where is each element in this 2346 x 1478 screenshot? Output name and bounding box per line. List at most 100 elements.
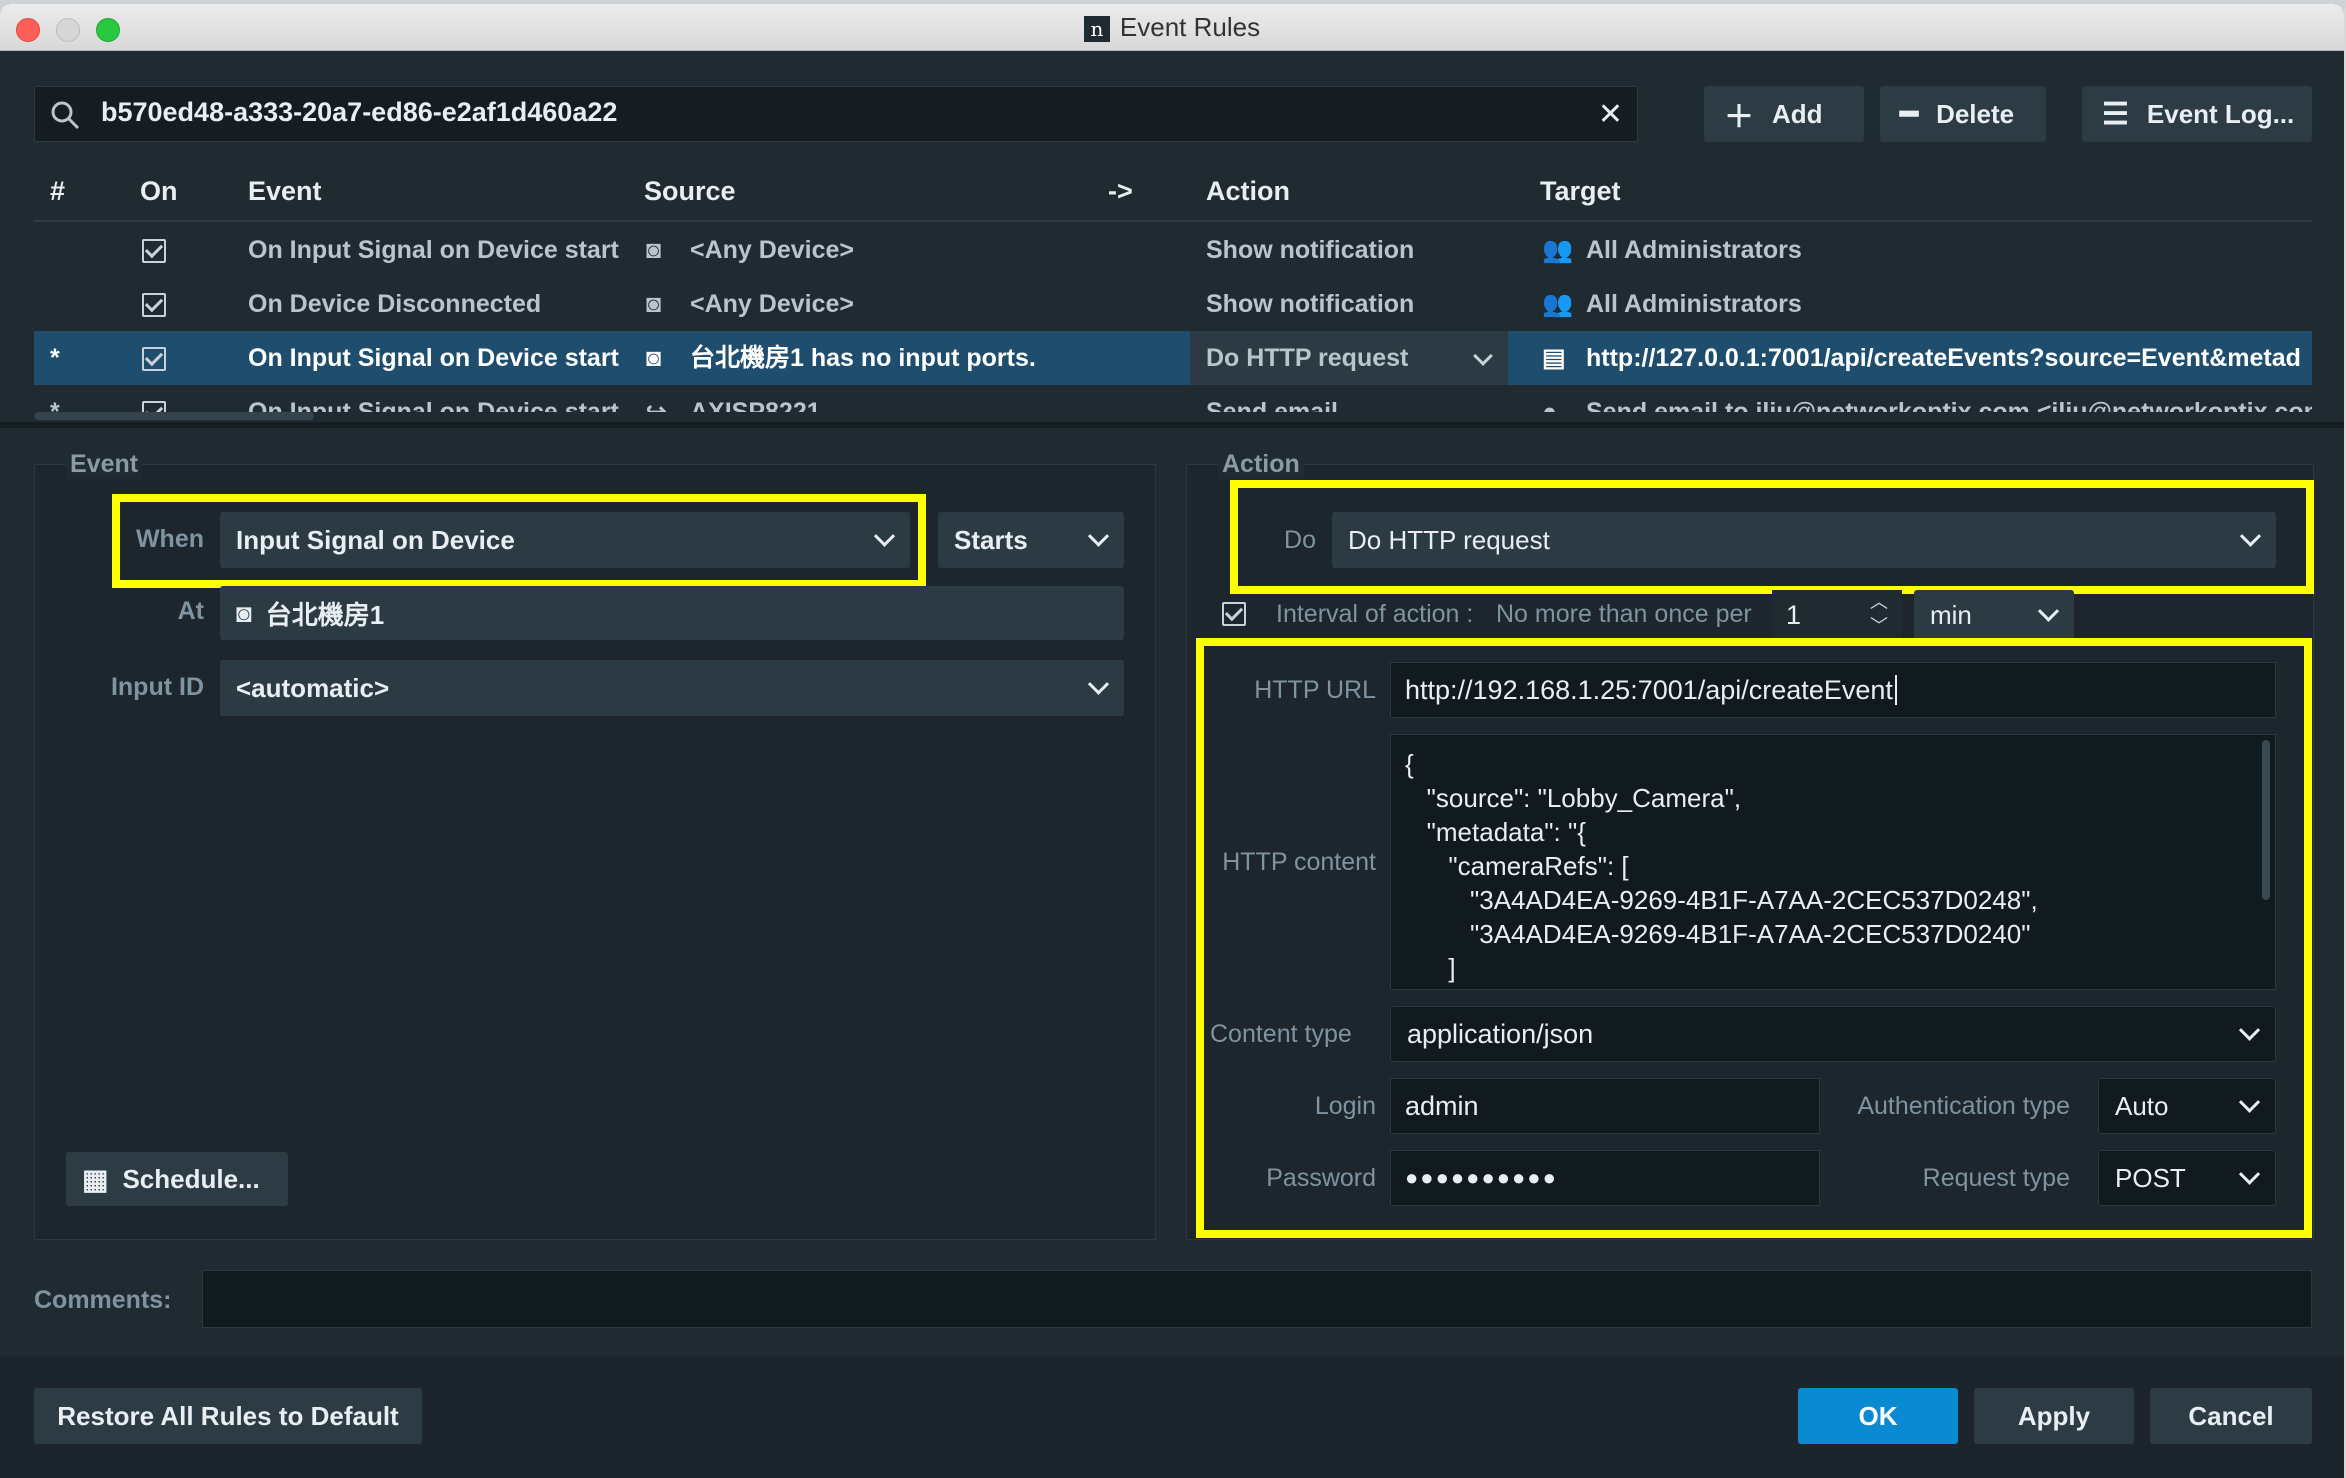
chevron-down-icon	[2239, 525, 2262, 547]
row-action-dropdown[interactable]: Do HTTP request	[1190, 331, 1508, 385]
camera-icon: ◙	[646, 236, 662, 264]
http-content-label: HTTP content	[1222, 848, 1376, 876]
table-row[interactable]: On Device Disconnected ◙ <Any Device> Sh…	[34, 277, 2312, 331]
row-action: Show notification	[1206, 290, 1415, 318]
event-type-value: Input Signal on Device	[236, 524, 515, 555]
restore-defaults-button[interactable]: Restore All Rules to Default	[34, 1388, 422, 1444]
col-header-action[interactable]: Action	[1206, 176, 1290, 207]
content-type-label: Content type	[1210, 1020, 1352, 1048]
table-row[interactable]: On Input Signal on Device start ◙ <Any D…	[34, 223, 2312, 277]
action-type-value: Do HTTP request	[1348, 524, 1550, 555]
interval-text: No more than once per	[1496, 600, 1752, 628]
col-header-on[interactable]: On	[140, 176, 178, 207]
col-header-num[interactable]: #	[50, 176, 65, 207]
auth-type-label: Authentication type	[1857, 1092, 2070, 1120]
row-enabled-checkbox[interactable]	[142, 277, 166, 331]
do-label: Do	[1284, 526, 1316, 554]
clear-search-icon[interactable]: ✕	[1598, 97, 1623, 132]
row-enabled-checkbox[interactable]	[142, 331, 166, 385]
interval-checkbox[interactable]	[1222, 602, 1246, 626]
comments-input[interactable]	[202, 1270, 2312, 1328]
content-type-dropdown[interactable]: application/json	[1390, 1006, 2276, 1062]
add-label: Add	[1772, 98, 1823, 129]
event-type-dropdown[interactable]: Input Signal on Device	[220, 512, 910, 568]
input-id-value: <automatic>	[236, 672, 390, 703]
users-icon: 👥	[1542, 290, 1574, 318]
auth-type-value: Auto	[2115, 1090, 2169, 1121]
row-number: *	[50, 344, 60, 372]
delete-rule-button[interactable]: ━ Delete	[1880, 86, 2046, 142]
title-bar: n Event Rules	[0, 4, 2344, 51]
add-rule-button[interactable]: ＋ Add	[1704, 86, 1864, 142]
event-log-button[interactable]: ☰ Event Log...	[2082, 86, 2312, 142]
content-scrollbar[interactable]	[2262, 740, 2270, 900]
col-header-target[interactable]: Target	[1540, 176, 1621, 207]
input-id-dropdown[interactable]: <automatic>	[220, 660, 1124, 716]
rules-table: # On Event Source -> Action Target On In…	[34, 164, 2312, 412]
chevron-down-icon	[2037, 600, 2060, 622]
cancel-button[interactable]: Cancel	[2150, 1388, 2312, 1444]
content-type-value: application/json	[1407, 1018, 1594, 1049]
minus-icon: ━	[1900, 97, 1919, 131]
col-header-arrow[interactable]: ->	[1108, 176, 1133, 207]
row-event: On Device Disconnected	[248, 290, 542, 318]
users-icon: 👥	[1542, 236, 1574, 264]
row-target: Send email to jliu@networkoptix.com <jli…	[1586, 398, 2312, 412]
event-state-dropdown[interactable]: Starts	[938, 512, 1124, 568]
row-enabled-checkbox[interactable]	[142, 223, 166, 277]
password-input[interactable]: ●●●●●●●●●●	[1390, 1150, 1820, 1206]
action-type-dropdown[interactable]: Do HTTP request	[1332, 512, 2276, 568]
search-input[interactable]: b570ed48-a333-20a7-ed86-e2af1d460a22	[101, 97, 617, 128]
camera-icon: ◙	[646, 344, 662, 372]
delete-label: Delete	[1936, 98, 2015, 129]
row-source: 台北機房1 has no input ports.	[690, 344, 1036, 372]
http-content-textarea[interactable]: { "source": "Lobby_Camera", "metadata": …	[1390, 734, 2276, 990]
chevron-down-icon	[1473, 346, 1493, 366]
search-icon	[51, 101, 80, 130]
auth-type-dropdown[interactable]: Auto	[2098, 1078, 2276, 1134]
spin-arrows-icon[interactable]: ︿ ﹀	[1870, 590, 1888, 638]
interval-unit-dropdown[interactable]: min	[1914, 590, 2074, 640]
http-url-label: HTTP URL	[1254, 676, 1376, 704]
row-number: *	[50, 398, 60, 412]
ok-button[interactable]: OK	[1798, 1388, 1958, 1444]
at-label: At	[177, 597, 204, 625]
table-horizontal-scrollbar[interactable]	[34, 412, 314, 420]
login-label: Login	[1314, 1092, 1376, 1120]
login-value: admin	[1405, 1090, 1479, 1121]
interval-value: 1	[1786, 599, 1802, 630]
device-select-button[interactable]: ◙ 台北機房1	[220, 586, 1124, 640]
row-action: Send email	[1206, 398, 1338, 412]
col-header-event[interactable]: Event	[248, 176, 322, 207]
rule-search-field[interactable]: b570ed48-a333-20a7-ed86-e2af1d460a22 ✕	[34, 86, 1638, 142]
schedule-button[interactable]: ▦ Schedule...	[66, 1152, 288, 1206]
interval-unit-value: min	[1930, 599, 1972, 630]
http-content-value: { "source": "Lobby_Camera", "metadata": …	[1405, 749, 2038, 983]
password-value: ●●●●●●●●●●	[1405, 1165, 1558, 1190]
interval-label: Interval of action :	[1276, 600, 1474, 628]
password-label: Password	[1266, 1164, 1376, 1192]
col-header-source[interactable]: Source	[644, 176, 736, 207]
row-target: All Administrators	[1586, 236, 1802, 264]
comments-label: Comments:	[34, 1286, 172, 1314]
user-icon: ●	[1542, 398, 1558, 412]
apply-button[interactable]: Apply	[1974, 1388, 2134, 1444]
chevron-down-icon	[1087, 525, 1110, 547]
when-label: When	[135, 525, 204, 553]
table-row-selected[interactable]: * On Input Signal on Device start ◙ 台北機房…	[34, 331, 2312, 385]
camera-icon: ◙	[646, 290, 662, 318]
request-type-dropdown[interactable]: POST	[2098, 1150, 2276, 1206]
row-event: On Input Signal on Device start	[248, 344, 619, 372]
text-cursor	[1894, 675, 1897, 705]
event-group-title: Event	[66, 450, 143, 479]
panel-splitter[interactable]	[0, 422, 2344, 428]
input-id-label: Input ID	[110, 673, 204, 701]
row-enabled-checkbox[interactable]	[142, 385, 166, 412]
chevron-down-icon	[2238, 1163, 2261, 1185]
table-row[interactable]: * On Input Signal on Device start ↪ AXIS…	[34, 385, 2312, 412]
http-url-input[interactable]: http://192.168.1.25:7001/api/createEvent	[1390, 662, 2276, 718]
row-target: http://127.0.0.1:7001/api/createEvents?s…	[1586, 344, 2301, 372]
camera-icon: ◙	[236, 597, 252, 628]
login-input[interactable]: admin	[1390, 1078, 1820, 1134]
row-action: Show notification	[1206, 236, 1415, 264]
